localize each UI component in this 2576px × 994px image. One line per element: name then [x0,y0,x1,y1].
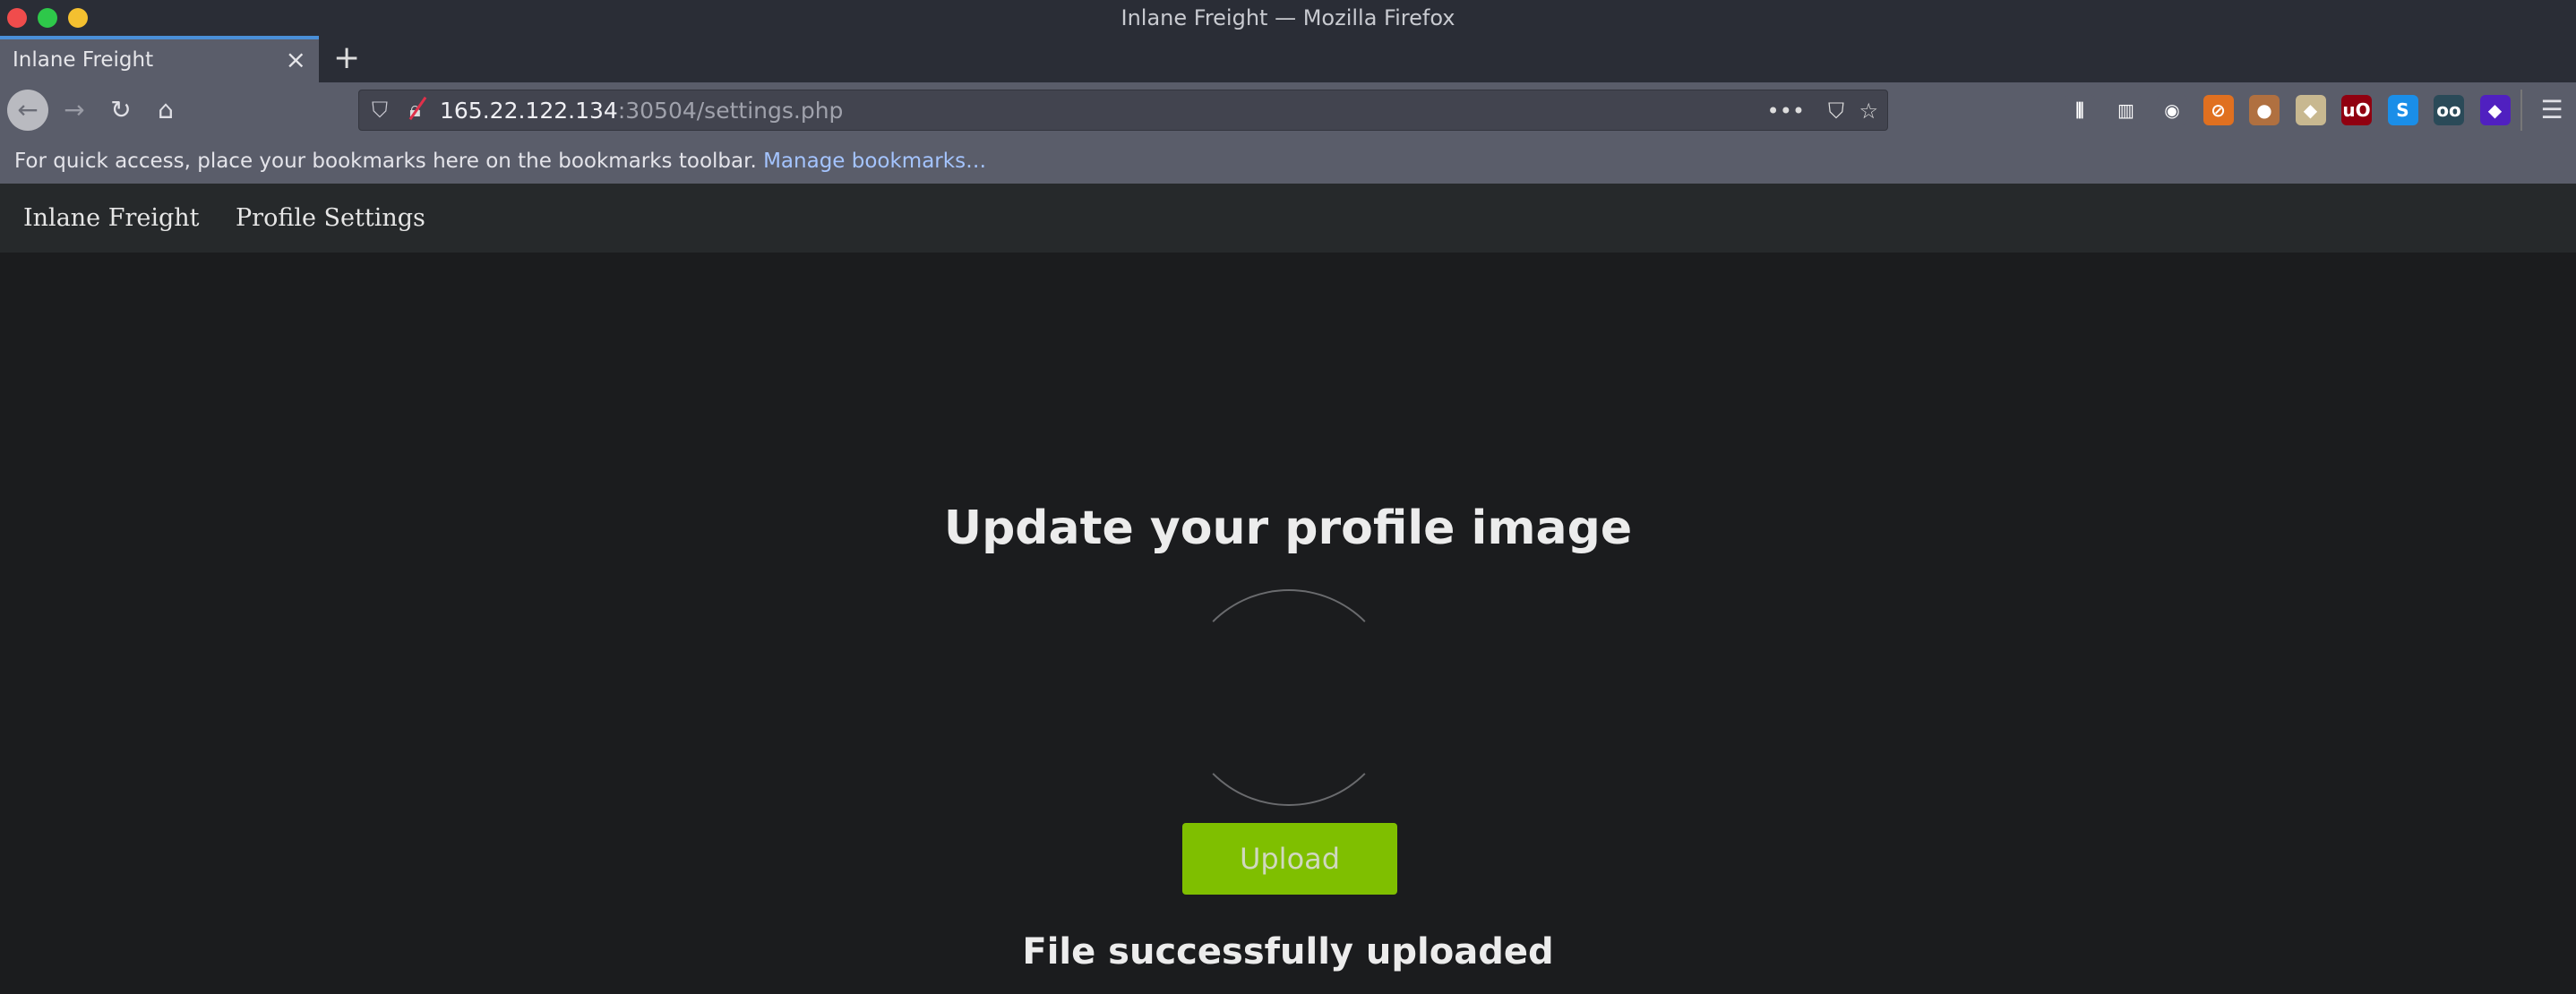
reload-button[interactable]: ↻ [100,90,142,131]
site-navbar: Inlane Freight Profile Settings [0,184,2576,253]
url-bar[interactable]: ⛉ 🔒︎ 165.22.122.134:30504/settings.php •… [358,90,1888,131]
navigation-toolbar: ← → ↻ ⌂ ⛉ 🔒︎ 165.22.122.134:30504/settin… [0,82,2576,139]
url-host: 165.22.122.134 [440,98,618,124]
page-actions-icon[interactable]: ••• [1767,90,1805,132]
minimize-window-button[interactable] [68,8,88,28]
s-extension-icon[interactable]: S [2387,95,2418,125]
bookmarks-hint: For quick access, place your bookmarks h… [14,150,764,173]
toolbar-divider [2520,90,2522,131]
url-text[interactable]: 165.22.122.134:30504/settings.php [440,90,843,132]
tracking-shield-icon[interactable]: ⛉ [372,98,388,123]
brand-link[interactable]: Inlane Freight [23,184,200,253]
maximize-window-button[interactable] [38,8,57,28]
ublock-icon[interactable]: uO [2341,95,2372,125]
new-tab-button[interactable]: + [333,36,360,81]
cookie-icon[interactable]: ● [2249,95,2280,125]
close-tab-icon[interactable]: × [286,39,306,81]
forward-button[interactable]: → [54,90,95,131]
window-titlebar: Inlane Freight — Mozilla Firefox [0,0,2576,36]
home-button[interactable]: ⌂ [145,90,186,131]
tab-inlane-freight[interactable]: Inlane Freight × [0,36,319,82]
sidebar-icon[interactable]: ▥ [2110,95,2142,125]
back-button[interactable]: ← [7,90,48,131]
bookmark-star-icon[interactable]: ☆ [1859,90,1878,132]
layers-extension-icon[interactable]: ◆ [2479,95,2511,125]
close-window-button[interactable] [7,8,27,28]
upload-button[interactable]: Upload [1182,823,1397,895]
tab-label: Inlane Freight [13,48,154,72]
url-path: :30504/settings.php [617,98,844,124]
badger-icon[interactable]: ◆ [2295,95,2326,125]
extension-fox-icon[interactable]: ⊘ [2202,95,2234,125]
account-icon[interactable]: ◉ [2157,95,2187,125]
page-heading: Update your profile image [943,501,1633,555]
spy-extension-icon[interactable]: oo [2434,95,2464,125]
tab-bar: Inlane Freight × + [0,36,2576,82]
nav-profile-settings[interactable]: Profile Settings [236,184,425,253]
library-icon[interactable]: ⫼ [2065,95,2095,125]
insecure-lock-icon[interactable]: 🔒︎ [409,97,421,122]
window-title: Inlane Freight — Mozilla Firefox [1121,5,1455,30]
manage-bookmarks-link[interactable]: Manage bookmarks… [763,150,986,173]
bookmarks-toolbar: For quick access, place your bookmarks h… [0,139,2576,184]
profile-image[interactable] [1181,589,1397,806]
upload-status: File successfully uploaded [1022,931,1554,973]
pocket-icon[interactable]: ⛉ [1828,90,1844,132]
menu-icon[interactable]: ☰ [2531,90,2572,131]
